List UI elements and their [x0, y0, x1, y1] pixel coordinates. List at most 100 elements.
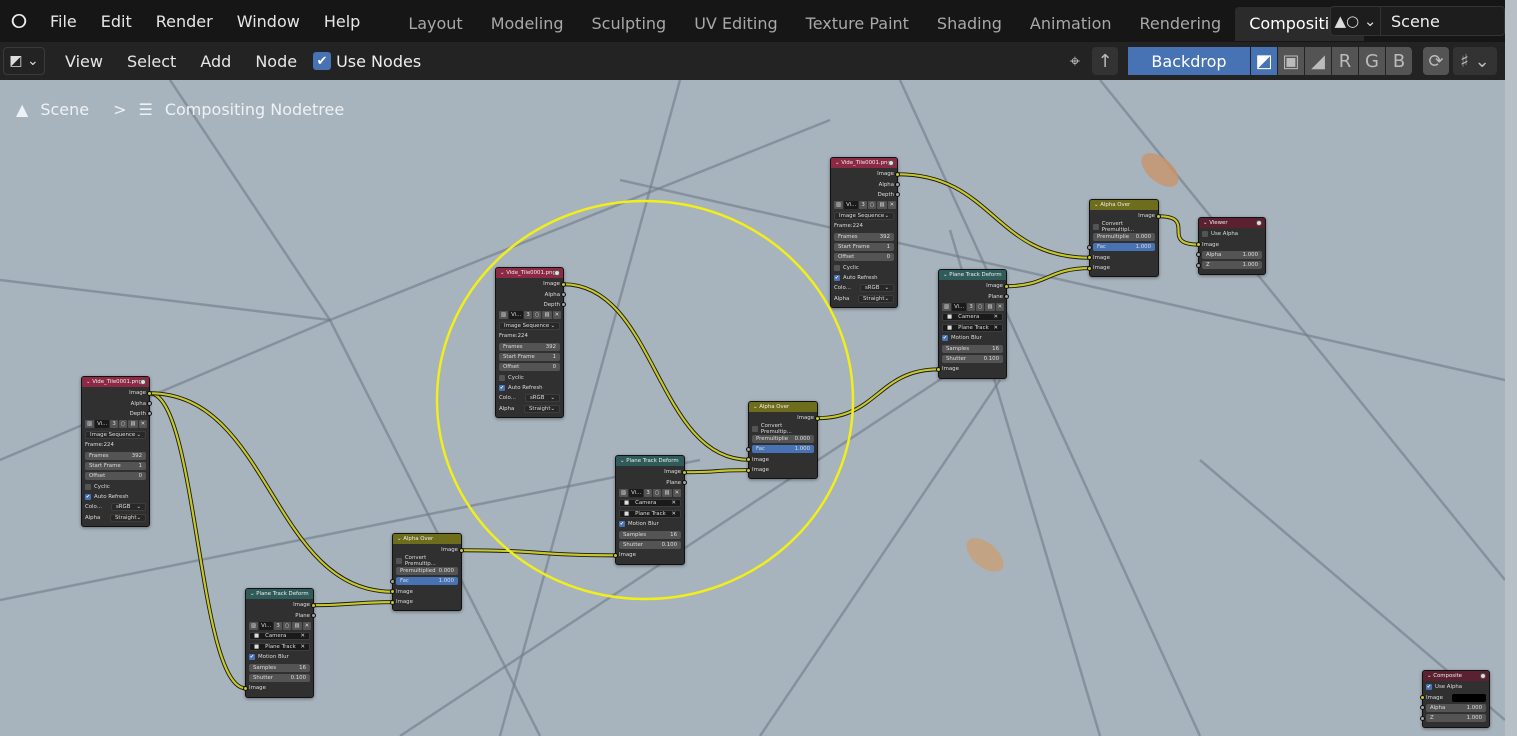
user-count[interactable]: 3 — [274, 621, 282, 630]
open-folder-icon[interactable]: ▤ — [128, 420, 138, 429]
number-field[interactable]: Frames 392 — [499, 342, 560, 351]
node-composite[interactable]: ⌄ Composite ✔ Use Alpha Image Alpha 1.000 Z 1.0… — [1420, 670, 1490, 728]
socket-in[interactable] — [390, 599, 396, 605]
image-browse-icon[interactable]: ▨ — [942, 302, 952, 311]
close-icon[interactable]: ✕ — [887, 201, 897, 210]
dropdown[interactable]: Image Sequence ⌄ — [85, 430, 146, 439]
image-datablock[interactable]: ▨ Vi... 3 ○ ▤ ✕ — [249, 621, 312, 630]
number-field[interactable]: Premultiplied 0.000 — [396, 566, 458, 575]
fake-user-icon[interactable]: ○ — [282, 621, 292, 630]
number-field[interactable]: Start Frame 1 — [499, 352, 560, 361]
image-datablock[interactable]: ▨ Vi... 3 ○ ▤ ✕ — [85, 420, 148, 429]
number-field[interactable]: Premultiplie 0.000 — [1093, 232, 1155, 241]
image-name[interactable]: Vi... — [844, 201, 859, 210]
image-name[interactable]: Vi... — [509, 311, 524, 320]
socket-out[interactable] — [560, 292, 566, 298]
socket-in[interactable] — [1420, 715, 1426, 721]
node-header[interactable]: ⌄ Alpha Over — [393, 534, 461, 544]
close-icon[interactable]: ✕ — [300, 633, 305, 639]
channel-b-button[interactable]: B — [1386, 47, 1412, 75]
menu-help[interactable]: Help — [312, 12, 372, 31]
image-datablock[interactable]: ▨ Vi... 3 ○ ▤ ✕ — [834, 201, 897, 210]
fake-user-icon[interactable]: ○ — [532, 311, 542, 320]
node-ao3[interactable]: ⌄ Alpha Over Image Convert Premultipl... Pr… — [1087, 199, 1161, 278]
socket-in[interactable] — [1087, 244, 1093, 250]
node-header[interactable]: ⌄ Alpha Over — [749, 402, 817, 412]
number-field[interactable]: Alpha 1.000 — [1202, 250, 1262, 259]
close-icon[interactable]: ✕ — [138, 420, 148, 429]
tab-rendering[interactable]: Rendering — [1126, 7, 1236, 41]
socket-out[interactable] — [560, 281, 566, 287]
socket-in[interactable] — [1087, 255, 1093, 261]
checkbox-row[interactable]: ✔ Motion Blur — [249, 652, 310, 662]
socket-in[interactable] — [613, 552, 619, 558]
checkbox-row[interactable]: Cyclic — [834, 263, 894, 273]
socket-in[interactable] — [1420, 695, 1426, 701]
dropdown[interactable]: Image Sequence ⌄ — [834, 211, 894, 220]
socket-out[interactable] — [814, 415, 820, 421]
socket-in[interactable] — [390, 589, 396, 595]
number-field[interactable]: Premultiplie 0.000 — [752, 434, 814, 443]
socket-out[interactable] — [1155, 213, 1161, 219]
image-datablock[interactable]: ▨ Vi... 3 ○ ▤ ✕ — [619, 488, 682, 497]
snap-grid-dropdown[interactable]: ♯ ⌄ — [1453, 47, 1497, 75]
fake-user-icon[interactable]: ○ — [975, 302, 985, 311]
tab-layout[interactable]: Layout — [394, 7, 476, 41]
image-browse-icon[interactable]: ▨ — [85, 420, 95, 429]
close-icon[interactable]: ✕ — [671, 511, 676, 517]
preview-toggle-icon[interactable] — [888, 160, 894, 166]
datablock-field[interactable]: ■ Plane Track ✕ — [619, 509, 681, 518]
fake-user-icon[interactable]: ○ — [118, 420, 128, 429]
node-ptd3[interactable]: ⌄ Plane Track Deform Image Plane ▨ Vi... 3 ○ ▤ ✕… — [936, 269, 1009, 379]
close-icon[interactable]: ✕ — [995, 302, 1005, 311]
number-field[interactable]: Shutter 0.100 — [249, 673, 310, 682]
socket-in[interactable] — [243, 685, 249, 691]
datablock-field[interactable]: ■ Camera ✕ — [249, 632, 310, 641]
user-count[interactable]: 3 — [644, 488, 652, 497]
number-field[interactable]: Offset 0 — [499, 363, 560, 372]
user-count[interactable]: 3 — [859, 201, 867, 210]
socket-in[interactable] — [390, 578, 396, 584]
backdrop-color-alpha-icon[interactable]: ◩ — [1251, 47, 1277, 75]
close-icon[interactable]: ✕ — [671, 500, 676, 506]
checkbox-checked-icon[interactable]: ✔ — [499, 385, 505, 392]
socket-in[interactable] — [936, 366, 942, 372]
socket-out[interactable] — [681, 480, 687, 486]
checkbox-icon[interactable] — [1202, 231, 1208, 238]
image-browse-icon[interactable]: ▨ — [499, 311, 509, 320]
close-icon[interactable]: ✕ — [300, 644, 305, 650]
number-field[interactable]: Fac 1.000 — [396, 577, 458, 586]
menu-node[interactable]: Node — [243, 52, 309, 71]
socket-out[interactable] — [894, 182, 900, 188]
close-icon[interactable]: ✕ — [302, 621, 312, 630]
channel-r-button[interactable]: R — [1332, 47, 1358, 75]
image-datablock[interactable]: ▨ Vi... 3 ○ ▤ ✕ — [942, 302, 1005, 311]
node-header[interactable]: ⌄ Composite — [1423, 671, 1489, 681]
open-folder-icon[interactable]: ▤ — [292, 621, 302, 630]
checkbox-row[interactable]: ✔ Use Alpha — [1426, 682, 1486, 692]
checkbox-row[interactable]: Cyclic — [499, 373, 560, 383]
checkbox-row[interactable]: ✔ Auto Refresh — [85, 492, 146, 502]
number-field[interactable]: Shutter 0.100 — [942, 354, 1003, 363]
number-field[interactable]: Z 1.000 — [1202, 261, 1262, 270]
socket-out[interactable] — [310, 613, 316, 619]
menu-view[interactable]: View — [53, 52, 115, 71]
tab-uv-editing[interactable]: UV Editing — [680, 7, 791, 41]
node-header[interactable]: ⌄ Plane Track Deform — [616, 456, 684, 466]
node-header[interactable]: ⌄ Vide_Tile0001.png — [831, 158, 897, 168]
close-icon[interactable]: ✕ — [672, 488, 682, 497]
socket-out[interactable] — [310, 602, 316, 608]
dropdown[interactable]: sRGB ⌄ — [525, 394, 560, 403]
tab-modeling[interactable]: Modeling — [477, 7, 578, 41]
socket-in[interactable] — [1420, 705, 1426, 711]
checkbox-icon[interactable] — [1093, 223, 1099, 230]
backdrop-toggle[interactable]: Backdrop — [1128, 47, 1250, 75]
dropdown[interactable]: sRGB ⌄ — [111, 503, 146, 512]
preview-toggle-icon[interactable] — [1480, 673, 1486, 679]
parent-node-tree-button[interactable]: ↑ — [1092, 47, 1118, 75]
socket-in[interactable] — [1196, 262, 1202, 268]
socket-out[interactable] — [146, 390, 152, 396]
use-nodes-checkbox[interactable]: ✔ Use Nodes — [313, 52, 421, 71]
socket-in[interactable] — [746, 467, 752, 473]
channel-g-button[interactable]: G — [1359, 47, 1385, 75]
